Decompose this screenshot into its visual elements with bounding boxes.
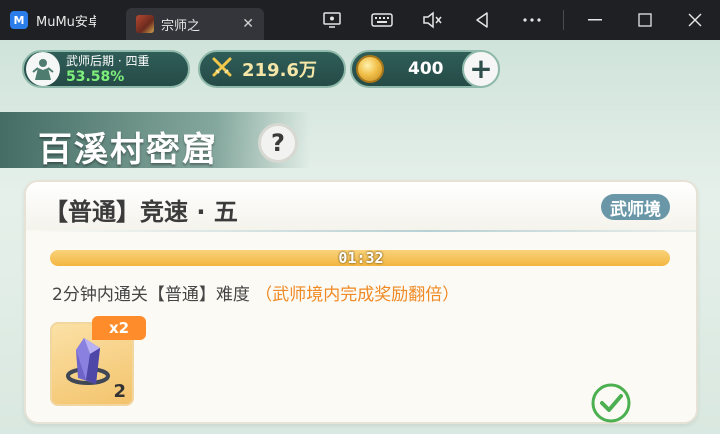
task-title: 【普通】竞速 · 五 <box>44 198 238 226</box>
crystal-icon <box>66 338 110 385</box>
tab-close-icon[interactable]: ✕ <box>242 16 254 32</box>
tab-mumu[interactable]: M MuMu安卓 <box>0 0 126 40</box>
combat-power-pill: 219.6万 <box>198 50 346 88</box>
tab-game-label: 宗师之 <box>161 18 201 34</box>
window-controls <box>307 0 720 40</box>
page-title: 百溪村密窟 <box>38 130 218 170</box>
add-coins-button[interactable]: + <box>462 50 500 88</box>
game-logo-icon <box>136 15 154 33</box>
completed-check-icon <box>591 383 631 423</box>
combat-power-value: 219.6万 <box>242 60 317 81</box>
coin-icon <box>356 55 384 83</box>
back-icon[interactable] <box>457 0 507 40</box>
crossed-swords-icon <box>210 55 234 84</box>
rank-name: 武师后期 · 四重 <box>66 54 150 68</box>
window-titlebar: M MuMu安卓 宗师之 ✕ <box>0 0 720 40</box>
maximize-icon[interactable] <box>620 0 670 40</box>
screen-record-icon[interactable] <box>307 0 357 40</box>
keyboard-icon[interactable] <box>357 0 407 40</box>
mute-icon[interactable] <box>407 0 457 40</box>
task-card: 【普通】竞速 · 五 武师境 01:32 2分钟内通关【普通】难度 （武师境内完… <box>24 180 698 424</box>
help-button[interactable]: ? <box>258 123 298 163</box>
game-screen: 武师后期 · 四重 53.58% 219.6万 400 + 百溪村密窟 ? 【普… <box>0 40 720 434</box>
timer-text: 01:32 <box>338 249 384 267</box>
tab-game[interactable]: 宗师之 ✕ <box>126 8 264 40</box>
mumu-logo-icon: M <box>10 11 28 29</box>
task-requirement: 2分钟内通关【普通】难度 <box>52 285 250 305</box>
task-bonus-note: （武师境内完成奖励翻倍） <box>255 285 460 305</box>
header-divider <box>26 230 696 232</box>
task-description: 2分钟内通关【普通】难度 （武师境内完成奖励翻倍） <box>52 280 459 305</box>
tab-mumu-label: MuMu安卓 <box>36 14 96 30</box>
more-icon[interactable] <box>507 0 557 40</box>
coin-value: 400 <box>408 59 444 79</box>
rank-text: 武师后期 · 四重 53.58% <box>66 53 149 85</box>
rank-emblem-icon <box>26 52 60 86</box>
minimize-icon[interactable] <box>570 0 620 40</box>
rank-progress-percent: 53.58% <box>66 69 125 85</box>
realm-badge: 武师境 <box>601 194 670 220</box>
close-icon[interactable] <box>670 0 720 40</box>
reward-count: 2 <box>113 381 126 402</box>
coin-pill: 400 + <box>350 50 500 88</box>
titlebar-divider <box>563 10 564 30</box>
task-card-header: 【普通】竞速 · 五 武师境 <box>26 182 696 230</box>
reward-multiplier-tag: x2 <box>92 316 146 340</box>
rank-pill[interactable]: 武师后期 · 四重 53.58% <box>22 50 190 88</box>
